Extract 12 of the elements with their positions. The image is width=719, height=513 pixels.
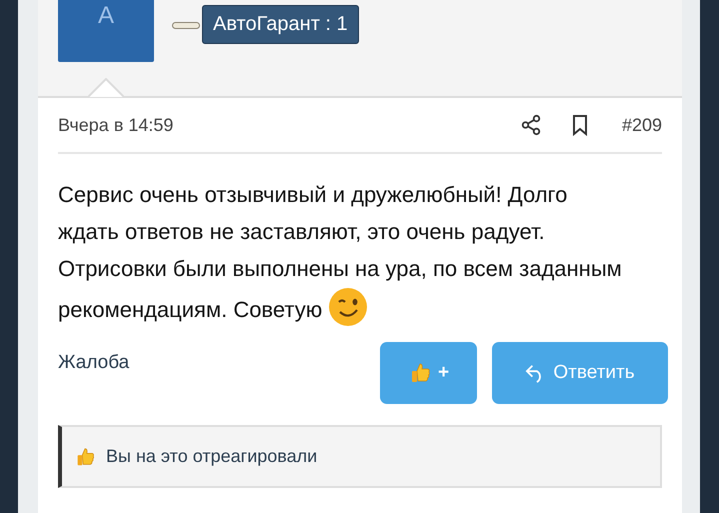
user-avatar[interactable]: A (58, 0, 154, 62)
like-button[interactable]: + (380, 342, 477, 404)
post-number[interactable]: #209 (622, 114, 662, 136)
user-badge: АвтоГарант : 1 (202, 5, 359, 44)
share-icon[interactable] (520, 114, 542, 136)
post-date: Вчера в 14:59 (58, 114, 174, 136)
report-link[interactable]: Жалоба (58, 352, 365, 374)
winking-face-icon (328, 287, 368, 327)
reply-button[interactable]: Ответить (492, 342, 668, 404)
post-text: Сервис очень отзывчивый и дружелюбный! Долго ждать ответов не заставляют, это очень радует. Отрисовки были выполнены на ура, по всем заданным рекомендациям. Советую (58, 176, 622, 328)
reaction-text: Вы на это отреагировали (106, 446, 318, 467)
pill-icon (172, 22, 200, 29)
